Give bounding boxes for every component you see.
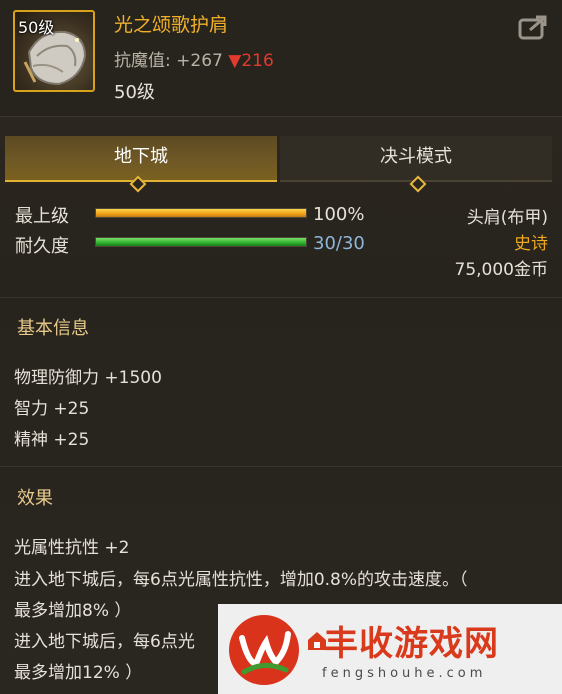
tab-duel-mode[interactable]: 决斗模式 bbox=[280, 136, 552, 182]
durability-label: 耐久度 bbox=[15, 236, 69, 257]
basic-info-title: 基本信息 bbox=[17, 318, 89, 339]
tab-dungeon[interactable]: 地下城 bbox=[5, 136, 277, 182]
effect-line: 最多增加12% ） bbox=[14, 663, 143, 683]
upgrade-bar-fill bbox=[96, 209, 306, 217]
magic-resist-label: 抗魔值: bbox=[114, 51, 171, 71]
section-divider bbox=[0, 297, 562, 298]
price-label: 75,000金币 bbox=[454, 260, 548, 280]
site-watermark: 丰收游戏网 fengshouhe.com bbox=[218, 604, 562, 694]
rarity-label: 史诗 bbox=[514, 234, 548, 254]
effect-line: 光属性抗性 +2 bbox=[14, 538, 130, 558]
upgrade-label: 最上级 bbox=[15, 206, 69, 227]
equipment-slot: 头肩(布甲) bbox=[466, 208, 548, 228]
upgrade-value: 100% bbox=[313, 204, 365, 225]
durability-bar-fill bbox=[96, 238, 306, 246]
item-name: 光之颂歌护肩 bbox=[114, 14, 229, 36]
header-divider bbox=[0, 116, 562, 117]
basic-info-line: 智力 +25 bbox=[14, 399, 90, 419]
item-header: 50级 光之颂歌护肩 抗魔值: +267 ▼216 50级 bbox=[0, 0, 562, 116]
magic-resist-value: +267 bbox=[176, 51, 223, 71]
share-icon[interactable] bbox=[518, 14, 548, 40]
watermark-logo-icon bbox=[229, 615, 299, 685]
watermark-title: 丰收游戏网 bbox=[324, 624, 499, 664]
magic-resist-row: 抗魔值: +267 ▼216 bbox=[114, 46, 274, 71]
effect-line: 进入地下城后，每6点光属性抗性，增加0.8%的攻击速度。（ bbox=[14, 570, 468, 590]
icon-level-label: 50级 bbox=[18, 18, 55, 37]
effect-line: 进入地下城后，每6点光 bbox=[14, 632, 195, 652]
upgrade-bar bbox=[95, 208, 307, 218]
effect-line: 最多增加8% ） bbox=[14, 601, 132, 621]
magic-resist-down: ▼216 bbox=[228, 51, 274, 71]
required-level: 50级 bbox=[114, 82, 155, 103]
basic-info-line: 精神 +25 bbox=[14, 430, 90, 450]
watermark-subtitle: fengshouhe.com bbox=[322, 666, 487, 681]
durability-value: 30/30 bbox=[313, 233, 365, 254]
section-divider bbox=[0, 466, 562, 467]
basic-info-line: 物理防御力 +1500 bbox=[14, 368, 162, 388]
item-icon-frame: 50级 bbox=[13, 10, 95, 92]
item-tooltip-panel: 50级 光之颂歌护肩 抗魔值: +267 ▼216 50级 地下城 决斗模式 最… bbox=[0, 0, 562, 694]
durability-bar bbox=[95, 237, 307, 247]
mode-tabs: 地下城 决斗模式 bbox=[5, 136, 552, 182]
effects-title: 效果 bbox=[17, 488, 53, 509]
